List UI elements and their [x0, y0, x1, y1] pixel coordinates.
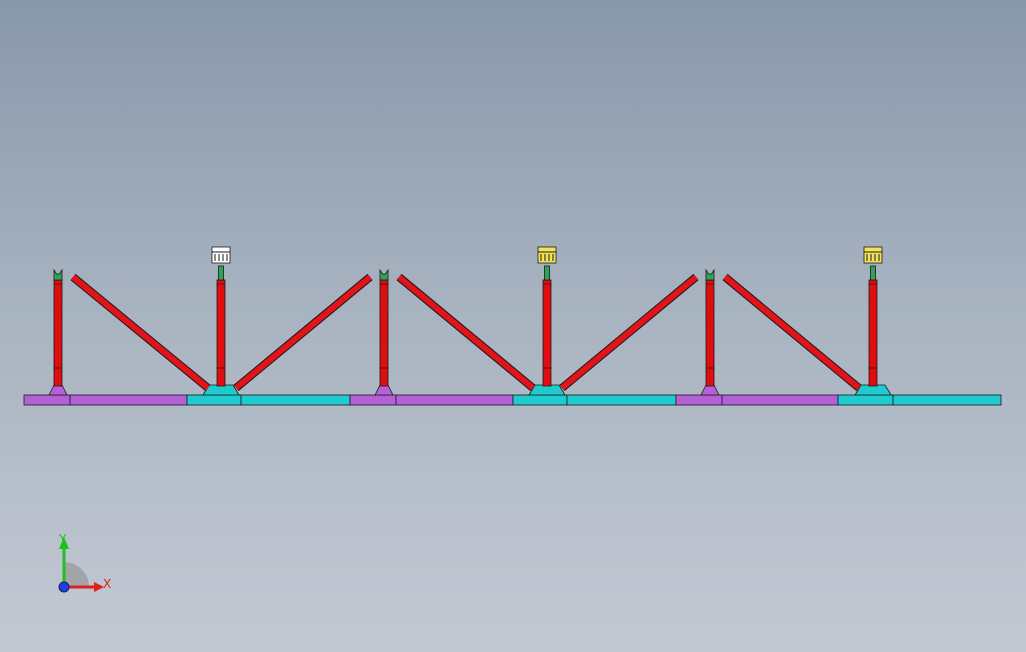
- base-rail-segment-4: [240, 394, 351, 406]
- base-rail-segment-7: [512, 394, 568, 406]
- diagonal-brace-3: [397, 274, 535, 391]
- base-rail-segment-3: [186, 394, 242, 406]
- base-rail-segment-11: [837, 394, 894, 406]
- z-axis-dot: [58, 581, 70, 593]
- diagonal-brace-4: [560, 274, 698, 391]
- y-axis-label: Y: [58, 532, 67, 546]
- post-footing-6: [854, 384, 892, 396]
- post-1-shaft: [53, 279, 63, 387]
- post-3-shaft: [379, 279, 389, 387]
- post-5-fork-cap: [705, 268, 715, 281]
- post-4-shaft: [542, 279, 552, 387]
- post-footing-5: [700, 384, 720, 396]
- post-4-stem: [544, 265, 550, 281]
- base-rail-segment-6: [395, 394, 514, 406]
- diagonal-brace-group: [70, 273, 862, 392]
- post-5-shaft: [705, 279, 715, 387]
- base-rail-segment-12: [892, 394, 1002, 406]
- diagonal-brace-2: [234, 274, 372, 391]
- diagonal-brace-1: [71, 274, 210, 391]
- x-axis-label: X: [103, 577, 111, 591]
- post-3-fork-cap: [379, 268, 389, 281]
- post-6-shaft: [868, 279, 878, 387]
- graphics-viewport[interactable]: Y X: [0, 0, 1026, 652]
- post-footing-1: [48, 384, 68, 396]
- post-2-stem: [218, 265, 224, 281]
- base-rail-segment-10: [721, 394, 839, 406]
- post-2-shaft: [216, 279, 226, 387]
- truss-model[interactable]: [0, 0, 1026, 652]
- coordinate-triad: Y X: [58, 532, 111, 593]
- post-footing-3: [374, 384, 394, 396]
- post-footing-4: [528, 384, 566, 396]
- base-rail-segment-1: [23, 394, 71, 406]
- base-rail-segment-5: [349, 394, 397, 406]
- base-rail-segment-2: [69, 394, 188, 406]
- post-6-stem: [870, 265, 876, 281]
- post-1-fork-cap: [53, 268, 63, 281]
- base-rail-segment-8: [566, 394, 677, 406]
- base-rail-segment-9: [675, 394, 723, 406]
- diagonal-brace-5: [723, 274, 861, 391]
